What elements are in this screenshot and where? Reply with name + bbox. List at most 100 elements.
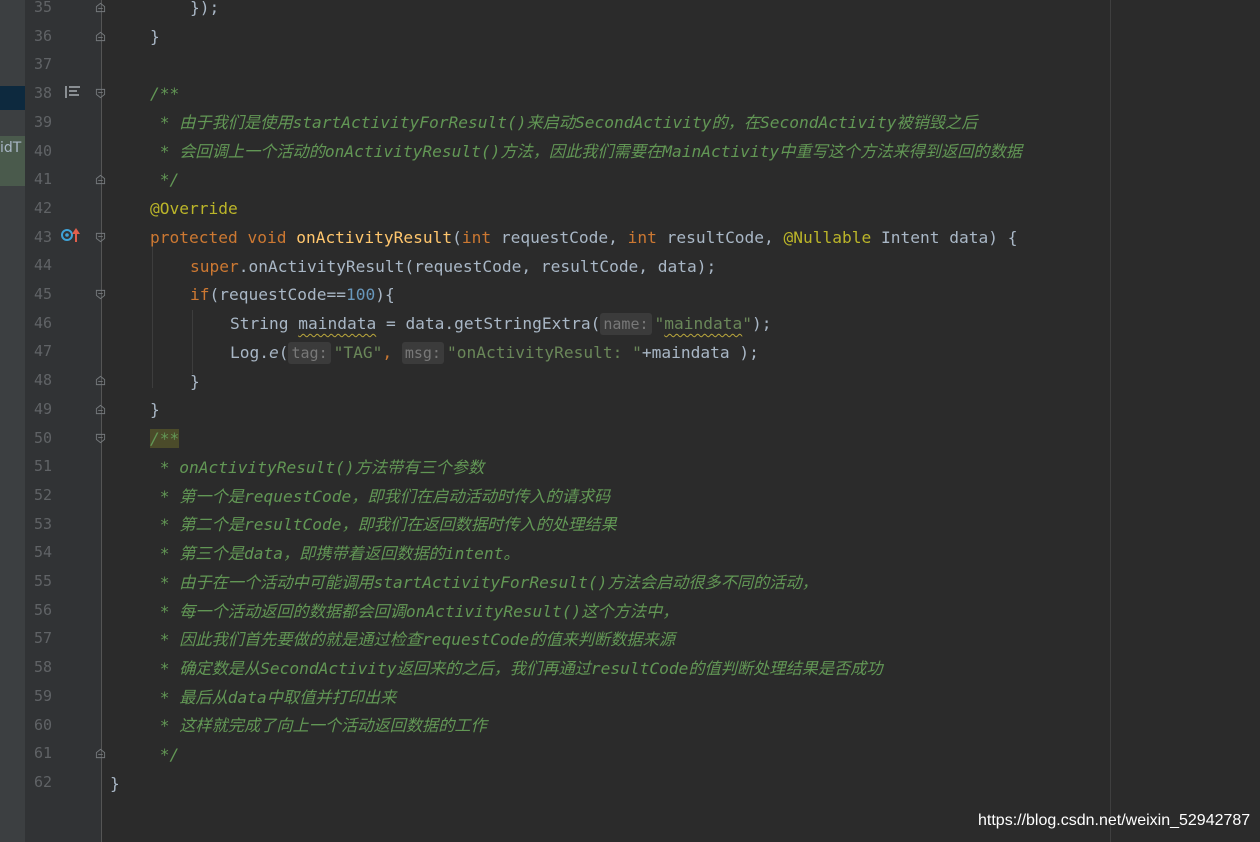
code-text: ( (278, 343, 289, 362)
keyword-protected: protected (150, 228, 238, 247)
line-number: 40 (33, 141, 52, 160)
line-number: 41 (33, 170, 52, 189)
method-name: onActivityResult (296, 228, 453, 247)
line-number: 55 (33, 572, 52, 590)
static-method-e: e (268, 343, 279, 362)
string-quote: " (742, 314, 752, 333)
doc-comment: * 会回调上一个活动的onActivityResult()方法，因此我们需要在M… (150, 142, 1022, 161)
doc-comment-start: /** (150, 429, 180, 448)
doc-comment: * 由于我们是使用startActivityForResult()来启动Seco… (150, 113, 978, 132)
line-number: 51 (33, 457, 52, 476)
code-editor[interactable]: }); } /** * 由于我们是使用startActivityForResul… (110, 0, 1260, 842)
line-number: 54 (33, 543, 52, 562)
line-number: 47 (33, 342, 52, 361)
fold-end-icon[interactable] (95, 31, 106, 42)
fold-start-icon[interactable] (95, 88, 106, 99)
string-literal: "onActivityResult: " (446, 343, 642, 362)
string-literal: "TAG" (333, 343, 383, 362)
code-text: } (150, 400, 160, 419)
string-quote: " (654, 314, 665, 333)
code-line-48: } (190, 367, 200, 396)
tool-window-strip: idT (0, 0, 25, 842)
structure-icon[interactable] (60, 84, 82, 100)
line-number: 46 (33, 313, 52, 332)
line-number: 61 (33, 744, 52, 763)
doc-comment: * 确定数是从SecondActivity返回来的之后，我们再通过resultC… (150, 659, 883, 678)
keyword-int: int (627, 228, 657, 247)
doc-comment: * 第一个是requestCode，即我们在启动活动时传入的请求码 (150, 487, 611, 506)
doc-comment: /** (150, 84, 180, 103)
code-line-38: /** (150, 79, 179, 108)
code-text: +maindata ); (641, 343, 759, 362)
nullable-annotation: @Nullable (783, 228, 872, 247)
line-number: 59 (33, 686, 52, 705)
side-tab[interactable]: idT (0, 136, 25, 186)
code-text: ( (452, 228, 462, 247)
line-number: 53 (33, 514, 52, 533)
code-text: } (110, 774, 120, 793)
fold-end-icon[interactable] (95, 748, 106, 759)
doc-comment: * 这样就完成了向上一个活动返回数据的工作 (150, 716, 487, 735)
code-line-40: * 会回调上一个活动的onActivityResult()方法，因此我们需要在M… (150, 137, 1022, 166)
line-number: 58 (33, 658, 52, 677)
code-text: .onActivityResult(requestCode, resultCod… (238, 257, 717, 276)
selected-tool-marker[interactable] (0, 86, 25, 110)
fold-start-icon[interactable] (95, 289, 106, 300)
param-hint-tag: tag: (288, 342, 331, 364)
line-number: 43 (33, 227, 52, 246)
override-method-icon[interactable] (60, 227, 82, 243)
code-line-59: * 最后从data中取值并打印出来 (150, 683, 397, 712)
fold-end-icon[interactable] (95, 2, 106, 13)
code-line-52: * 第一个是requestCode，即我们在启动活动时传入的请求码 (150, 482, 610, 511)
number-literal: 100 (345, 285, 376, 304)
doc-comment: * 因此我们首先要做的就是通过检查requestCode的值来判断数据来源 (150, 630, 675, 649)
doc-comment: * onActivityResult()方法带有三个参数 (150, 458, 485, 477)
code-line-41: */ (150, 165, 180, 194)
code-text: ); (751, 314, 772, 333)
code-text: Log. (230, 343, 269, 362)
string-literal: maindata (664, 314, 743, 333)
line-number: 45 (33, 285, 52, 303)
code-text: }); (190, 0, 220, 17)
override-annotation: @Override (150, 199, 238, 218)
variable-maindata: maindata (298, 314, 377, 333)
line-number: 39 (33, 112, 52, 131)
code-line-53: * 第二个是resultCode，即我们在返回数据时传入的处理结果 (150, 510, 617, 539)
code-text: Intent data) { (871, 228, 1018, 247)
side-tab-label: idT (0, 140, 22, 156)
fold-end-icon[interactable] (95, 404, 106, 415)
doc-comment: * 最后从data中取值并打印出来 (150, 688, 397, 707)
line-number: 35 (33, 0, 52, 16)
code-text: } (150, 27, 160, 46)
fold-start-icon[interactable] (95, 433, 106, 444)
line-number: 62 (33, 772, 52, 791)
watermark: https://blog.csdn.net/weixin_52942787 (978, 812, 1251, 829)
line-number: 50 (33, 428, 52, 447)
code-line-45: if(requestCode==100){ (190, 280, 395, 309)
code-line-61: */ (150, 740, 180, 769)
fold-end-icon[interactable] (95, 174, 106, 185)
code-text: (requestCode== (209, 285, 346, 304)
line-number: 56 (33, 600, 52, 619)
line-number: 36 (33, 26, 52, 45)
fold-end-icon[interactable] (95, 375, 106, 386)
line-number: 44 (33, 256, 52, 275)
code-line-42: @Override (150, 194, 238, 223)
code-line-44: super.onActivityResult(requestCode, resu… (190, 252, 716, 281)
code-line-58: * 确定数是从SecondActivity返回来的之后，我们再通过resultC… (150, 654, 883, 683)
code-comma: , (382, 343, 402, 362)
line-number: 48 (33, 371, 52, 390)
line-number: 60 (33, 715, 52, 734)
line-number: 37 (33, 55, 52, 74)
code-text: ){ (375, 285, 395, 304)
code-text: = data.getStringExtra( (376, 314, 601, 333)
line-number: 57 (33, 629, 52, 648)
doc-comment: * 每一个活动返回的数据都会回调onActivityResult()这个方法中， (150, 602, 679, 621)
fold-start-icon[interactable] (95, 232, 106, 243)
code-line-36: } (150, 22, 160, 51)
doc-comment: */ (150, 170, 180, 189)
code-line-56: * 每一个活动返回的数据都会回调onActivityResult()这个方法中， (150, 597, 679, 626)
keyword-void: void (247, 228, 287, 247)
code-line-50: /** (150, 424, 180, 453)
code-text: resultCode, (656, 228, 784, 247)
